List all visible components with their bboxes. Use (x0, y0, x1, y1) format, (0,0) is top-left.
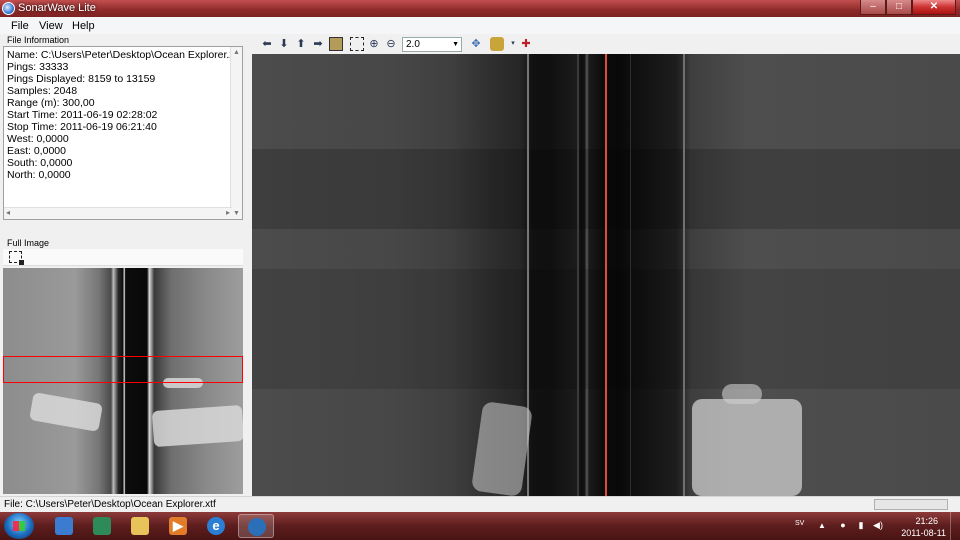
file-info-box[interactable]: Name: C:\Users\Peter\Desktop\Ocean Explo… (3, 46, 243, 220)
window-app-icon (93, 517, 111, 535)
taskbar-app-explorer[interactable] (122, 514, 158, 538)
palette-dropdown-icon[interactable]: ▾ (506, 37, 520, 51)
thumb-bright-patch-left (29, 392, 103, 432)
info-line-stop-time: Stop Time: 2011-06-19 06:21:40 (7, 121, 157, 133)
pan-image-icon[interactable] (329, 37, 343, 51)
ship-track-line (605, 54, 607, 496)
nadir-edge-right (630, 54, 631, 496)
zoom-in-icon[interactable]: ⊕ (367, 37, 381, 51)
file-info-header: File Information (7, 35, 70, 45)
maximize-button[interactable]: □ (886, 0, 912, 15)
viewport-selection-rect[interactable] (3, 356, 243, 383)
minimize-button[interactable]: – (860, 0, 886, 15)
sonarwave-icon (248, 518, 266, 536)
file-info-lines: Name: C:\Users\Peter\Desktop\Ocean Explo… (7, 49, 241, 181)
clock-time[interactable]: 21:26 (915, 516, 938, 526)
arrow-right-icon[interactable]: ➡ (311, 37, 325, 51)
taskbar-app-sonarwave[interactable] (238, 514, 274, 538)
volume-icon[interactable]: ◀) (873, 520, 883, 531)
sonar-image-view[interactable] (252, 54, 960, 496)
menu-bar: File View Help (0, 17, 960, 34)
info-line-west: West: 0,0000 (7, 133, 69, 145)
info-line-pings: Pings: 33333 (7, 61, 69, 73)
menu-view[interactable]: View (39, 20, 63, 32)
zoom-level-value: 2.0 (406, 39, 420, 50)
arrow-left-icon[interactable]: ⬅ (260, 37, 274, 51)
info-line-name: Name: C:\Users\Peter\Desktop\Ocean Explo… (7, 49, 241, 61)
zoom-fit-icon[interactable] (9, 251, 24, 265)
arrow-down-icon[interactable]: ⬇ (277, 37, 291, 51)
taskbar-app-2[interactable] (84, 514, 120, 538)
tray-app-icon[interactable]: ● (838, 520, 848, 531)
window-controls: – □ ✕ (860, 0, 956, 15)
move-icon[interactable]: ✥ (469, 37, 483, 51)
left-panel: File Information Name: C:\Users\Peter\De… (0, 34, 248, 496)
system-tray: SV ▲ ● ▮ ◀) 21:26 2011-08-11 (780, 512, 960, 540)
arrow-up-icon[interactable]: ⬆ (294, 37, 308, 51)
language-indicator[interactable]: SV (795, 520, 804, 527)
seabed-return-right (692, 399, 802, 496)
scroll-left-arrow-icon[interactable]: ◂ (6, 208, 10, 217)
full-image-thumbnail[interactable] (3, 268, 243, 494)
thumb-bright-patch-right (151, 404, 243, 448)
window-title: SonarWave Lite (18, 2, 96, 14)
clock-date[interactable]: 2011-08-11 (901, 528, 946, 538)
browser-icon: e (207, 517, 225, 535)
zoom-level-select[interactable]: 2.0 ▼ (402, 37, 462, 52)
taskbar-app-media[interactable]: ▶ (160, 514, 196, 538)
taskbar-app-1[interactable] (46, 514, 82, 538)
info-line-range: Range (m): 300,00 (7, 97, 95, 109)
start-button[interactable] (4, 513, 34, 539)
scroll-down-arrow-icon[interactable]: ▼ (233, 210, 240, 217)
bottom-track-right (683, 54, 685, 496)
zoom-out-icon[interactable]: ⊖ (384, 37, 398, 51)
network-icon[interactable]: ▮ (856, 520, 866, 531)
info-horizontal-scrollbar[interactable]: ◂ ▸ (4, 207, 232, 219)
full-image-toolbar (3, 249, 243, 266)
status-bar: File: C:\Users\Peter\Desktop\Ocean Explo… (0, 496, 960, 512)
nadir-edge-left (577, 54, 579, 496)
app-icon[interactable] (2, 2, 15, 15)
taskbar-app-browser[interactable]: e (198, 514, 234, 538)
menu-help[interactable]: Help (72, 20, 95, 32)
scroll-up-arrow-icon[interactable]: ▲ (233, 49, 240, 56)
title-bar: SonarWave Lite – □ ✕ (0, 0, 960, 17)
seabed-return-right-top (722, 384, 762, 404)
zoom-fit-icon[interactable] (350, 37, 364, 51)
main-toolbar: ⬅ ⬇ ⬆ ➡ ⊕ ⊖ 2.0 ▼ ✥ ▾ ✚ (254, 34, 960, 54)
status-file-path: File: C:\Users\Peter\Desktop\Ocean Explo… (4, 499, 216, 510)
menu-file[interactable]: File (11, 20, 29, 32)
seabed-return-left (470, 400, 534, 496)
info-line-start-time: Start Time: 2011-06-19 02:28:02 (7, 109, 158, 121)
taskbar: ▶ e SV ▲ ● ▮ ◀) 21:26 2011-08-11 (0, 512, 960, 540)
app-launcher-icon (55, 517, 73, 535)
info-line-south: South: 0,0000 (7, 157, 73, 169)
media-player-icon: ▶ (169, 517, 187, 535)
full-image-header: Full Image (7, 238, 50, 248)
magnet-icon[interactable]: ✚ (519, 37, 533, 51)
info-line-pings-displayed: Pings Displayed: 8159 to 13159 (7, 73, 156, 85)
info-line-east: East: 0,0000 (7, 145, 66, 157)
info-line-samples: Samples: 2048 (7, 85, 78, 97)
info-line-north: North: 0,0000 (7, 169, 71, 181)
folder-icon (131, 517, 149, 535)
chevron-down-icon: ▼ (452, 41, 459, 48)
close-button[interactable]: ✕ (912, 0, 956, 15)
info-vertical-scrollbar[interactable]: ▲ ▼ (230, 47, 242, 219)
palette-icon[interactable] (490, 37, 504, 51)
show-desktop-button[interactable] (950, 512, 960, 540)
progress-bar (874, 499, 948, 510)
scroll-right-arrow-icon[interactable]: ▸ (226, 208, 230, 217)
show-hidden-icons-icon[interactable]: ▲ (818, 521, 826, 530)
